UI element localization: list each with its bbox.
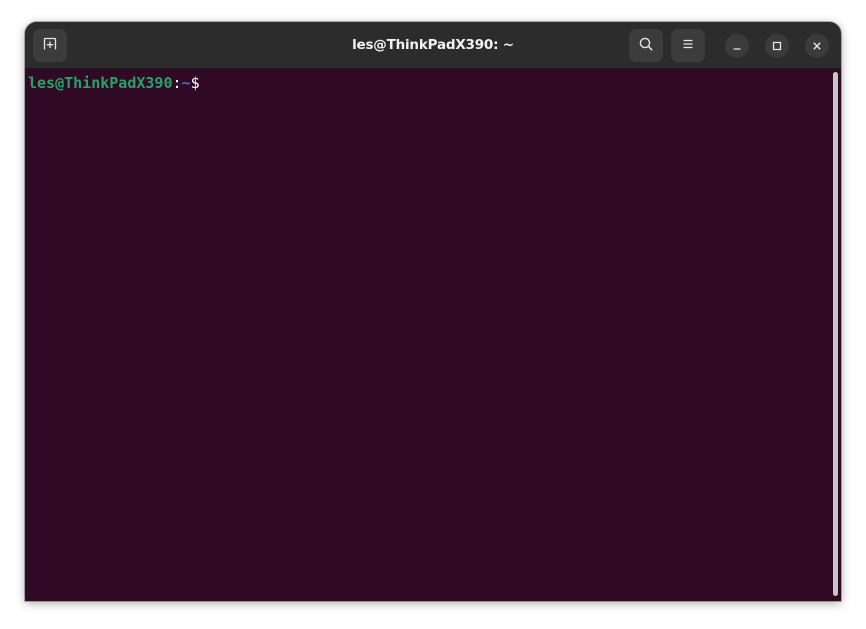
window-title-area: les@ThinkPadX390: ~ [25, 22, 841, 69]
minimize-button[interactable] [725, 34, 749, 58]
window-title: les@ThinkPadX390: ~ [352, 37, 514, 53]
minimize-icon [731, 37, 743, 56]
prompt-symbol: $ [190, 74, 200, 92]
new-tab-icon [42, 36, 58, 56]
terminal-content[interactable]: les@ThinkPadX390:~$ [25, 69, 841, 601]
title-bar[interactable]: les@ThinkPadX390: ~ [25, 22, 841, 69]
close-icon [811, 37, 823, 56]
maximize-icon [771, 37, 783, 56]
shell-prompt: les@ThinkPadX390:~$ [28, 73, 200, 93]
prompt-path: ~ [181, 74, 191, 92]
new-tab-button[interactable] [33, 29, 67, 62]
terminal-window: les@ThinkPadX390: ~ les@ThinkPadX390:~$ [25, 22, 841, 601]
maximize-button[interactable] [765, 34, 789, 58]
vertical-scrollbar[interactable] [833, 72, 838, 596]
search-icon [638, 36, 654, 56]
hamburger-menu-icon [680, 36, 696, 56]
close-button[interactable] [805, 34, 829, 58]
search-button[interactable] [629, 29, 663, 62]
menu-button[interactable] [671, 29, 705, 62]
prompt-user-host: les@ThinkPadX390 [28, 74, 173, 92]
prompt-separator: : [172, 74, 182, 92]
